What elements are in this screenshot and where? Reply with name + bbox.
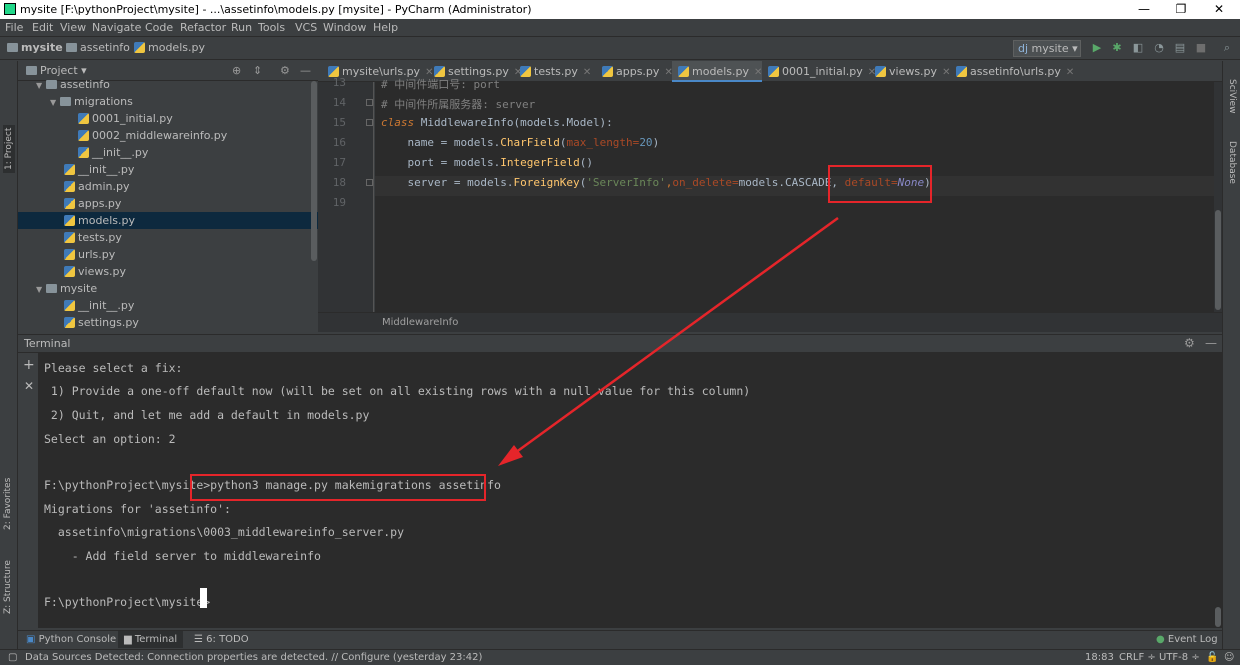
arrow-head (498, 445, 523, 466)
file-encoding[interactable]: UTF-8 ÷ (1159, 652, 1200, 663)
cursor-position[interactable]: 18:83 (1085, 652, 1114, 663)
line-separator[interactable]: CRLF ÷ (1119, 652, 1156, 663)
status-message[interactable]: Data Sources Detected: Connection proper… (25, 652, 482, 663)
tab-label: Terminal (134, 634, 178, 645)
arrow-line (507, 216, 839, 460)
python-console-tab[interactable]: ▣ Python Console (26, 634, 116, 645)
status-bar: ▢ Data Sources Detected: Connection prop… (0, 649, 1240, 665)
lock-icon[interactable]: 🔓 (1206, 652, 1218, 663)
annotation-arrow (498, 216, 839, 466)
event-log-label: Event Log (1167, 634, 1218, 645)
todo-icon: ☰ (194, 634, 207, 645)
status-toggle-icon[interactable]: ▢ (8, 652, 17, 663)
terminal-icon: ▆ (124, 634, 135, 645)
event-log-icon: ● (1156, 634, 1168, 645)
todo-tab[interactable]: ☰ 6: TODO (194, 634, 249, 645)
console-icon: ▣ (26, 634, 39, 645)
event-log-button[interactable]: ● Event Log (1156, 634, 1218, 645)
inspector-icon[interactable]: ☺ (1224, 652, 1234, 663)
tab-label: 6: TODO (206, 634, 249, 645)
tab-label: Python Console (38, 634, 117, 645)
terminal-tab[interactable]: ▆ Terminal (118, 631, 184, 648)
bottom-tool-tabs: ▣ Python Console ▆ Terminal ☰ 6: TODO ● … (18, 630, 1222, 649)
